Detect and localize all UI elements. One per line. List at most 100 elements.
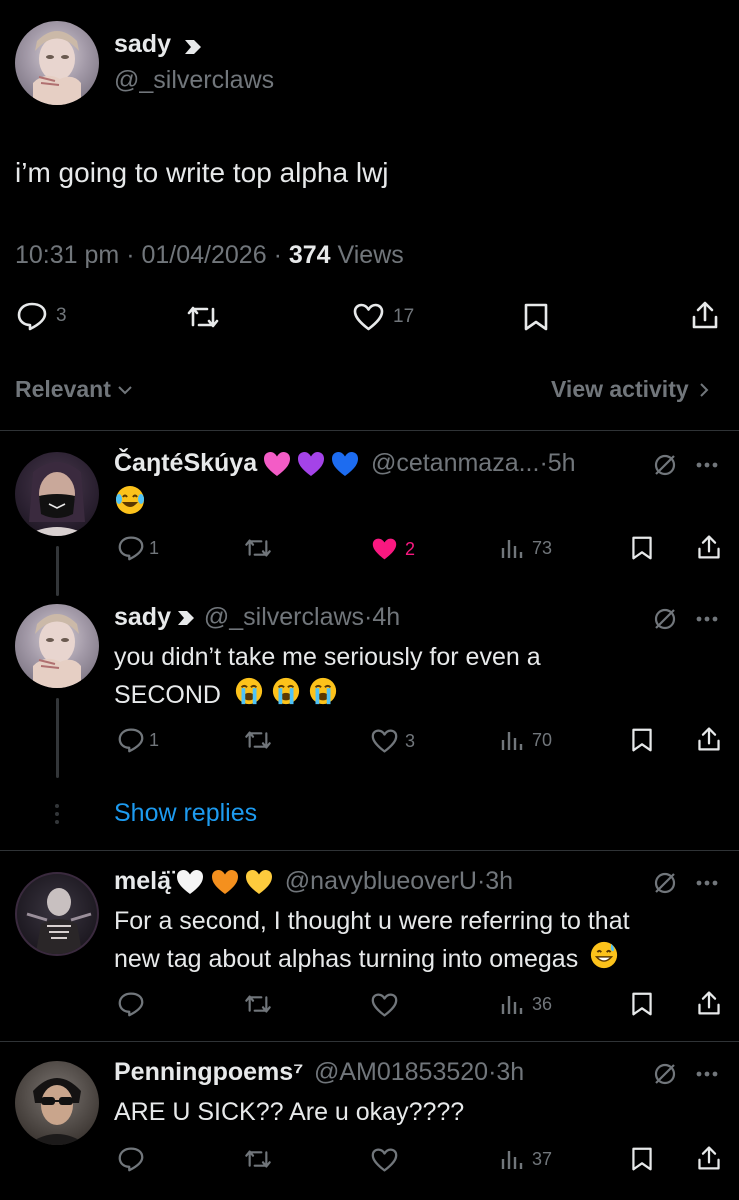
reply-author-handle[interactable]: @_silverclaws — [204, 603, 364, 631]
like-button[interactable]: 17 — [352, 302, 414, 332]
repost-icon — [243, 728, 273, 752]
reply-header: melą̇̈ @navyblueoverU·3h — [114, 867, 513, 901]
reply-author-handle[interactable]: @cetanmaza... — [371, 449, 540, 477]
analytics-icon — [500, 728, 524, 752]
reply-author-handle[interactable]: @AM01853520 — [314, 1058, 488, 1086]
tweet-meta: 10:31 pm · 01/04/2026 · 374 Views — [15, 241, 404, 270]
thread-line — [56, 698, 59, 778]
reply-button[interactable] — [117, 991, 145, 1017]
bookmark-button[interactable] — [522, 302, 550, 332]
reply-icon — [117, 991, 145, 1017]
repost-button[interactable] — [243, 536, 273, 560]
grok-icon[interactable] — [652, 452, 678, 478]
analytics-icon — [500, 1147, 524, 1171]
reply-time[interactable]: 3h — [496, 1058, 524, 1086]
reply-author-handle[interactable]: @navyblueoverU — [285, 867, 477, 895]
view-activity-link[interactable]: View activity — [551, 376, 709, 403]
reply-time[interactable]: 5h — [548, 449, 576, 477]
laughing-tears-emoji — [114, 484, 146, 521]
reply-count: 1 — [149, 729, 160, 750]
reply-avatar[interactable] — [15, 604, 99, 688]
relevant-label: Relevant — [15, 376, 111, 402]
grok-icon[interactable] — [652, 1061, 678, 1087]
more-icon[interactable] — [696, 462, 718, 468]
views-button[interactable]: 36 — [500, 992, 552, 1016]
like-button[interactable] — [370, 1147, 399, 1173]
like-count: 2 — [405, 538, 416, 559]
grok-icon[interactable] — [652, 870, 678, 896]
repost-icon — [243, 536, 273, 560]
reply-button[interactable]: 1 — [117, 535, 159, 561]
share-icon — [690, 300, 720, 330]
reply-button[interactable]: 1 — [117, 727, 159, 753]
share-icon — [696, 1145, 722, 1171]
views-count[interactable]: 374 — [289, 241, 331, 269]
reply-time[interactable]: 3h — [485, 867, 513, 895]
like-count: 17 — [393, 306, 415, 327]
bookmark-button[interactable] — [630, 727, 654, 753]
reply-author-name[interactable]: Penningpoems⁷ — [114, 1058, 304, 1086]
heart-filled-icon — [370, 536, 399, 562]
reply-time[interactable]: 4h — [372, 603, 400, 631]
reply-icon — [117, 535, 145, 561]
repost-button[interactable] — [243, 992, 273, 1016]
bookmark-badge-icon — [182, 36, 204, 58]
purple-heart-emoji — [296, 450, 326, 483]
grok-icon[interactable] — [652, 606, 678, 632]
relevant-dropdown[interactable]: Relevant — [15, 376, 133, 403]
views-count: 70 — [532, 729, 553, 750]
reply-avatar[interactable] — [15, 872, 99, 956]
heart-icon — [352, 302, 385, 332]
divider — [0, 850, 739, 851]
reply-button[interactable]: 3 — [16, 301, 67, 331]
bookmark-badge-icon — [175, 607, 197, 634]
author-handle[interactable]: @_silverclaws — [114, 66, 274, 95]
repost-button[interactable] — [243, 728, 273, 752]
reply-author-name[interactable]: melą̇̈ — [114, 867, 171, 895]
bookmark-button[interactable] — [630, 535, 654, 561]
collapsed-thread-dots-icon — [54, 803, 60, 825]
show-replies-link[interactable]: Show replies — [114, 799, 257, 828]
reply-text-line: new tag about alphas turning into omegas — [114, 940, 630, 981]
more-icon[interactable] — [696, 880, 718, 886]
thread-line — [56, 546, 59, 596]
reply-text-line: you didn’t take me seriously for even a — [114, 643, 541, 671]
share-button[interactable] — [696, 534, 722, 560]
repost-icon — [243, 1147, 273, 1171]
share-button[interactable] — [690, 300, 720, 330]
repost-button[interactable] — [243, 1147, 273, 1171]
white-heart-emoji — [175, 868, 205, 901]
share-icon — [696, 534, 722, 560]
author-avatar[interactable] — [15, 21, 99, 105]
bookmark-button[interactable] — [630, 1146, 654, 1172]
analytics-icon — [500, 536, 524, 560]
share-button[interactable] — [696, 1145, 722, 1171]
more-icon[interactable] — [696, 616, 718, 622]
like-button[interactable]: 2 — [370, 536, 415, 562]
tweet-date: 01/04/2026 — [141, 241, 267, 269]
like-button[interactable] — [370, 992, 399, 1018]
more-icon[interactable] — [696, 1071, 718, 1077]
analytics-icon — [500, 992, 524, 1016]
reply-avatar[interactable] — [15, 452, 99, 536]
bookmark-button[interactable] — [630, 991, 654, 1017]
views-label: Views — [337, 241, 404, 269]
author-name[interactable]: sady — [114, 30, 171, 59]
reply-button[interactable] — [117, 1146, 145, 1172]
reply-author-name[interactable]: ČaŋtéSkúya — [114, 449, 257, 477]
reply-avatar[interactable] — [15, 1061, 99, 1145]
bookmark-icon — [522, 302, 550, 332]
views-count: 73 — [532, 537, 553, 558]
views-button[interactable]: 73 — [500, 536, 552, 560]
share-button[interactable] — [696, 990, 722, 1016]
share-icon — [696, 990, 722, 1016]
views-button[interactable]: 37 — [500, 1147, 552, 1171]
repost-button[interactable] — [185, 303, 221, 331]
share-button[interactable] — [696, 726, 722, 752]
heart-icon — [370, 992, 399, 1018]
reply-author-name[interactable]: sady — [114, 603, 171, 631]
like-count: 3 — [405, 730, 416, 751]
views-button[interactable]: 70 — [500, 728, 552, 752]
like-button[interactable]: 3 — [370, 728, 415, 754]
bookmark-icon — [630, 727, 654, 753]
